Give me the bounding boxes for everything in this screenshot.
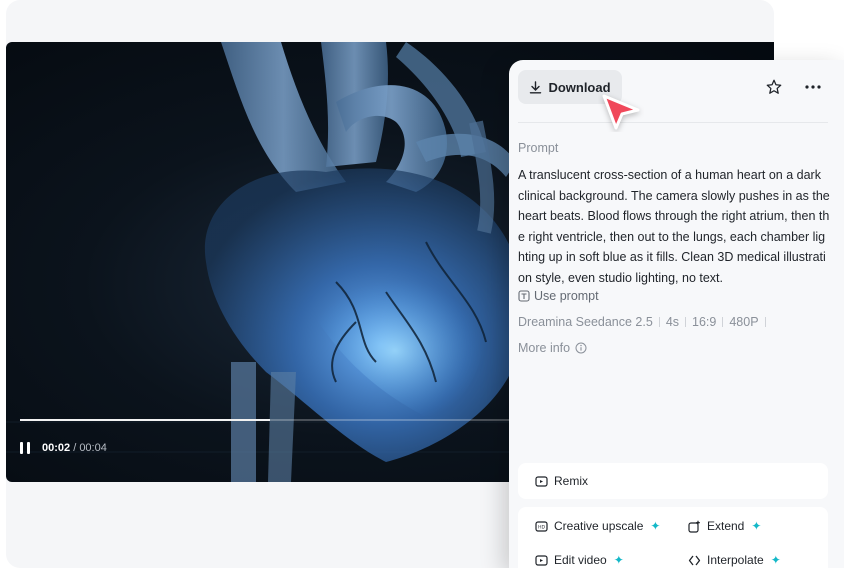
pointer-cursor-icon <box>602 94 640 130</box>
more-info-link[interactable]: More info <box>518 341 587 355</box>
prompt-label: Prompt <box>518 141 559 155</box>
detail-panel: Download Prompt A translucent cross-sect… <box>509 60 844 568</box>
creative-upscale-button[interactable]: HD Creative upscale ✦ <box>535 519 660 533</box>
meta-resolution: 480P <box>729 315 759 329</box>
interpolate-label: Interpolate <box>707 553 764 567</box>
video-controls: 00:02 / 00:04 <box>20 442 107 454</box>
use-prompt-icon <box>518 290 530 302</box>
meta-separator <box>764 317 766 327</box>
use-prompt-label: Use prompt <box>534 289 599 303</box>
tools-card: HD Creative upscale ✦ Extend ✦ Edit vide… <box>518 507 828 568</box>
prompt-text: A translucent cross-section of a human h… <box>518 168 830 285</box>
interpolate-button[interactable]: Interpolate ✦ <box>688 553 781 567</box>
creative-upscale-label: Creative upscale <box>554 519 644 533</box>
sparkle-icon: ✦ <box>650 519 661 533</box>
remix-icon <box>535 475 548 487</box>
video-progress-bar[interactable] <box>20 419 520 421</box>
generation-meta: Dreamina Seedance 2.5 4s 16:9 480P <box>518 315 766 329</box>
extend-icon <box>688 520 700 533</box>
more-options-icon[interactable] <box>803 77 823 97</box>
download-icon <box>530 80 542 93</box>
svg-text:HD: HD <box>538 524 545 530</box>
pause-icon[interactable] <box>20 442 32 454</box>
sparkle-icon: ✦ <box>751 519 762 533</box>
edit-video-label: Edit video <box>554 553 607 567</box>
total-time: / 00:04 <box>73 442 107 454</box>
edit-video-icon <box>535 554 548 566</box>
panel-divider <box>518 122 828 123</box>
meta-separator <box>685 317 687 327</box>
current-time: 00:02 <box>42 442 71 454</box>
meta-separator <box>658 317 660 327</box>
use-prompt-button[interactable]: Use prompt <box>518 289 599 303</box>
meta-separator <box>722 317 724 327</box>
extend-button[interactable]: Extend ✦ <box>688 519 761 533</box>
more-info-label: More info <box>518 341 571 355</box>
interpolate-icon <box>688 555 701 565</box>
meta-model: Dreamina Seedance 2.5 <box>518 315 653 329</box>
remix-card: Remix <box>518 463 828 499</box>
upscale-icon: HD <box>535 520 548 532</box>
edit-video-button[interactable]: Edit video ✦ <box>535 553 624 567</box>
extend-label: Extend <box>707 519 745 533</box>
meta-ratio: 16:9 <box>692 315 717 329</box>
video-progress-fill <box>20 419 270 421</box>
info-icon <box>575 342 587 354</box>
meta-duration: 4s <box>665 315 680 329</box>
star-icon[interactable] <box>764 77 784 97</box>
remix-button[interactable]: Remix <box>535 474 588 488</box>
sparkle-icon: ✦ <box>770 553 781 567</box>
remix-label: Remix <box>554 474 589 488</box>
sparkle-icon: ✦ <box>613 553 624 567</box>
